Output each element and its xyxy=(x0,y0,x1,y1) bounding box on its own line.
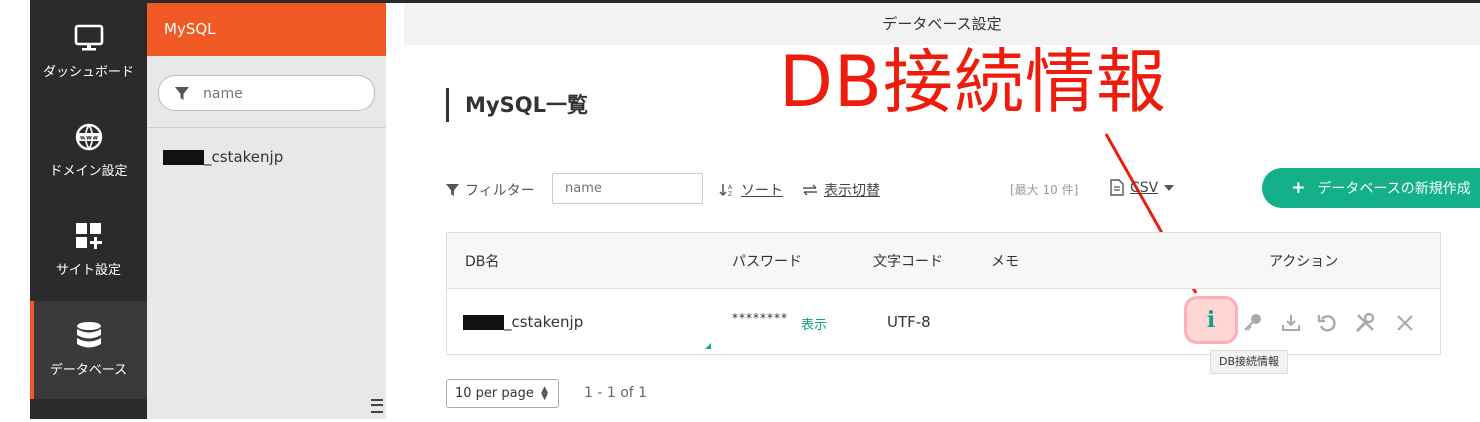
list-panel-header: MySQL xyxy=(147,3,386,56)
filter-icon xyxy=(175,86,189,105)
password-mask: ******** xyxy=(732,311,788,325)
delete-icon[interactable] xyxy=(1393,311,1417,335)
page-title: MySQL一覧 xyxy=(446,88,588,122)
redacted-block xyxy=(163,149,204,165)
main-header-title: データベース設定 xyxy=(882,15,1002,33)
svg-text:www: www xyxy=(79,134,97,142)
filter-control: フィルター xyxy=(446,180,535,200)
select-arrows-icon: ▲ ▼ xyxy=(541,385,548,402)
svg-text:Z: Z xyxy=(728,191,732,197)
main-content: データベース設定 MySQL一覧 DB接続情報 フィルター AZ ソート 表示切… xyxy=(386,3,1480,419)
swap-arrows-icon xyxy=(803,184,817,196)
sidebar-item-database[interactable]: データベース xyxy=(30,301,147,399)
list-item-label: _cstakenjp xyxy=(204,148,284,166)
sidebar-item-site[interactable]: サイト設定 xyxy=(30,201,147,297)
column-header-memo: メモ xyxy=(991,254,1019,270)
key-icon[interactable] xyxy=(1241,311,1265,335)
new-database-button[interactable]: + データベースの新規作成 xyxy=(1262,168,1480,208)
db-list-panel: MySQL _cstakenjp xyxy=(147,3,386,419)
view-toggle-link[interactable]: 表示切替 xyxy=(824,180,880,200)
new-database-label: データベースの新規作成 xyxy=(1317,181,1471,197)
filter-label: フィルター xyxy=(465,183,535,199)
grid-plus-icon xyxy=(72,221,106,251)
info-icon: i xyxy=(1206,307,1216,333)
plus-icon: + xyxy=(1291,178,1306,198)
sidebar-item-dashboard[interactable]: ダッシュボード xyxy=(30,3,147,99)
sidebar-item-label: データベース xyxy=(49,363,128,378)
db-name-cell: _cstakenjp xyxy=(463,313,583,331)
csv-dropdown[interactable]: CSV xyxy=(1110,179,1175,196)
per-page-select[interactable]: 10 per page ▲ ▼ xyxy=(446,379,559,408)
column-header-name: DB名 xyxy=(465,254,500,270)
pagination-range: 1 - 1 of 1 xyxy=(584,385,648,401)
www-globe-icon: www xyxy=(72,122,106,152)
column-header-password: パスワード xyxy=(732,254,802,270)
filter-icon xyxy=(446,183,459,196)
sidebar-item-label: サイト設定 xyxy=(55,263,121,278)
main-header-bar: データベース設定 xyxy=(404,3,1480,45)
list-search-box[interactable] xyxy=(158,75,375,111)
list-item[interactable]: _cstakenjp xyxy=(163,147,283,167)
document-icon xyxy=(1110,179,1124,196)
toolbar: フィルター AZ ソート 表示切替 [最大 10 件] CSV + データベース… xyxy=(446,168,1480,208)
show-password-link[interactable]: 表示 xyxy=(801,314,827,333)
resize-corner-icon xyxy=(705,343,711,349)
annotation-label: DB接続情報 xyxy=(779,41,1167,123)
download-icon[interactable] xyxy=(1279,311,1303,335)
chevron-down-icon xyxy=(1164,184,1175,191)
list-search-input[interactable] xyxy=(201,83,365,105)
csv-link[interactable]: CSV xyxy=(1130,180,1158,196)
filter-input[interactable] xyxy=(552,173,703,204)
reset-icon[interactable] xyxy=(1315,311,1339,335)
db-name: _cstakenjp xyxy=(504,313,584,331)
per-page-value: 10 per page xyxy=(455,386,534,401)
sidebar-item-label: ドメイン設定 xyxy=(49,164,128,179)
row-actions: i xyxy=(1187,299,1427,343)
menu-grip-icon[interactable] xyxy=(371,399,383,413)
tools-icon[interactable] xyxy=(1353,311,1377,335)
db-connection-info-button[interactable]: i xyxy=(1187,299,1235,341)
tooltip: DB接続情報 xyxy=(1210,350,1289,374)
sidebar-item-label: ダッシュボード xyxy=(42,65,134,80)
database-table: DB名 パスワード 文字コード メモ アクション _cstakenjp ****… xyxy=(446,232,1441,355)
max-items-label: [最大 10 件] xyxy=(1010,183,1079,197)
sort-az-icon: AZ xyxy=(719,184,733,197)
table-header: DB名 パスワード 文字コード メモ アクション xyxy=(447,233,1440,289)
column-header-actions: アクション xyxy=(1269,254,1339,270)
divider xyxy=(147,127,386,128)
sort-link[interactable]: ソート xyxy=(741,180,783,200)
svg-text:A: A xyxy=(728,184,733,191)
list-panel-title: MySQL xyxy=(164,20,216,38)
sort-control[interactable]: AZ ソート xyxy=(719,180,783,200)
table-row: _cstakenjp ******** 表示 UTF-8 i xyxy=(447,289,1440,354)
active-indicator xyxy=(30,301,34,399)
column-header-encoding: 文字コード xyxy=(873,254,943,270)
left-margin xyxy=(0,0,30,419)
redacted-block xyxy=(463,314,504,330)
database-icon xyxy=(72,321,106,351)
encoding-cell: UTF-8 xyxy=(887,313,931,331)
sidebar-item-domain[interactable]: www ドメイン設定 xyxy=(30,102,147,198)
view-toggle-control[interactable]: 表示切替 xyxy=(802,180,880,200)
icon-sidebar: ダッシュボード www ドメイン設定 サイト設定 データベース xyxy=(30,3,147,419)
monitor-icon xyxy=(72,23,106,53)
